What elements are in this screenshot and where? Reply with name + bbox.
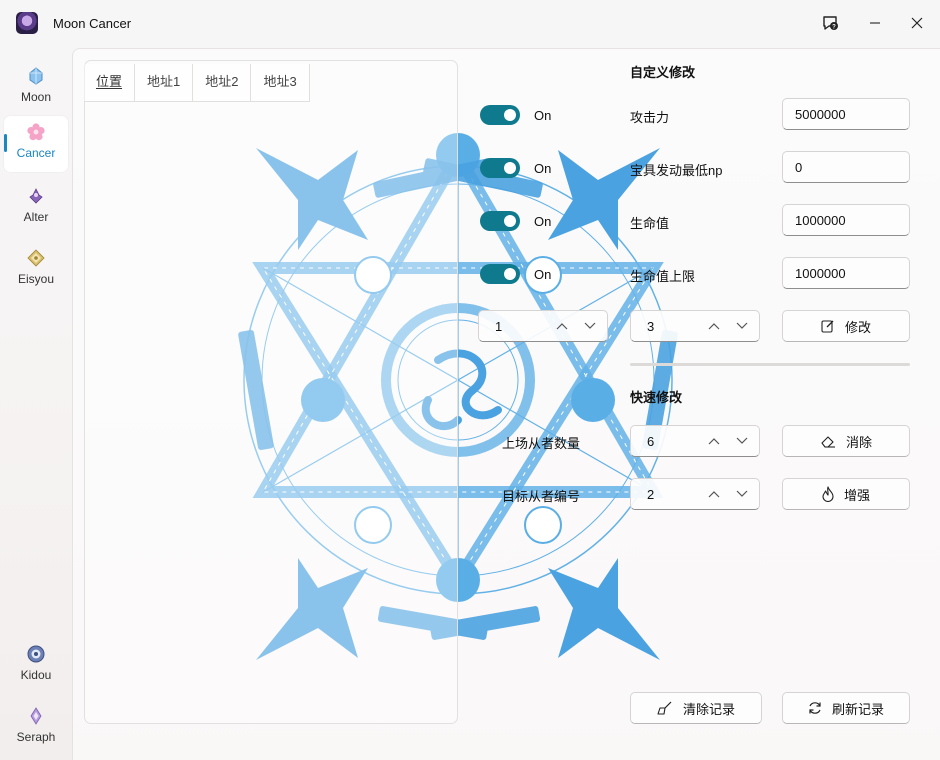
- minimize-icon: [870, 22, 880, 24]
- hp-label: 生命值: [630, 216, 670, 231]
- nav-label-seraph: Seraph: [16, 730, 56, 744]
- nav-item-cancer[interactable]: Cancer: [4, 116, 68, 172]
- eraser-icon: [821, 436, 835, 448]
- toggle-switch[interactable]: [480, 105, 520, 125]
- clear-button[interactable]: 消除: [782, 425, 910, 457]
- target-servant-stepper[interactable]: 2: [630, 478, 760, 510]
- toggle-attack[interactable]: On: [480, 103, 551, 127]
- np-min-input[interactable]: [782, 151, 910, 183]
- kidou-icon: [27, 645, 45, 663]
- chevron-down-icon[interactable]: [731, 483, 753, 505]
- stepper-value: 6: [647, 433, 655, 449]
- nav-label-moon: Moon: [20, 90, 52, 104]
- boost-button-label: 增强: [843, 487, 870, 503]
- stepper-value: 3: [647, 318, 655, 334]
- active-indicator: [4, 134, 7, 152]
- tab-address-2[interactable]: 地址2: [193, 64, 252, 102]
- nav-label-eisyou: Eisyou: [17, 272, 55, 286]
- nav-item-kidou[interactable]: Kidou: [4, 638, 68, 694]
- clear-button-label: 消除: [845, 434, 872, 450]
- toggle-label: On: [534, 160, 552, 176]
- close-button[interactable]: [904, 10, 930, 36]
- nav-item-seraph[interactable]: Seraph: [4, 700, 68, 756]
- alter-icon: [29, 188, 43, 204]
- nav-label-alter: Alter: [23, 210, 49, 224]
- section-divider: [630, 363, 910, 366]
- stepper-value: 1: [495, 318, 503, 334]
- clear-log-button[interactable]: 清除记录: [630, 692, 762, 724]
- attack-input[interactable]: [782, 98, 910, 130]
- toggle-switch[interactable]: [480, 158, 520, 178]
- feedback-button[interactable]: ?: [817, 10, 843, 36]
- title-bar: Moon Cancer ?: [0, 0, 940, 48]
- nav-label-cancer: Cancer: [16, 146, 56, 160]
- value-index-stepper[interactable]: 3: [630, 310, 760, 342]
- target-servant-label: 目标从者编号: [502, 489, 581, 504]
- toggle-switch[interactable]: [480, 211, 520, 231]
- stepper-value: 2: [647, 486, 655, 502]
- broom-icon: [657, 701, 672, 715]
- help-chat-icon: ?: [823, 16, 838, 31]
- toggle-switch[interactable]: [480, 264, 520, 284]
- nav-item-eisyou[interactable]: Eisyou: [4, 242, 68, 298]
- custom-section-title: 自定义修改: [630, 65, 696, 80]
- modify-button[interactable]: 修改: [782, 310, 910, 342]
- refresh-log-label: 刷新记录: [831, 701, 884, 717]
- nav-item-moon[interactable]: Moon: [4, 60, 68, 116]
- svg-text:?: ?: [832, 25, 836, 31]
- servant-slot-stepper[interactable]: 1: [478, 310, 608, 342]
- seraph-icon: [30, 707, 42, 725]
- edit-icon: [821, 320, 834, 333]
- clear-log-label: 清除记录: [682, 701, 735, 717]
- chevron-down-icon[interactable]: [579, 315, 601, 337]
- app-title: Moon Cancer: [53, 16, 132, 31]
- modify-button-label: 修改: [844, 319, 871, 335]
- close-icon: [911, 17, 923, 29]
- hp-input[interactable]: [782, 204, 910, 236]
- boost-button[interactable]: 增强: [782, 478, 910, 510]
- hp-max-label: 生命值上限: [630, 269, 696, 284]
- tab-address-1[interactable]: 地址1: [135, 64, 194, 102]
- refresh-icon: [809, 702, 821, 714]
- toggle-hp[interactable]: On: [480, 209, 551, 233]
- tab-address-3[interactable]: 地址3: [251, 64, 310, 102]
- servant-count-stepper[interactable]: 6: [630, 425, 760, 457]
- chevron-up-icon[interactable]: [703, 483, 725, 505]
- chevron-up-icon[interactable]: [703, 315, 725, 337]
- toggle-label: On: [534, 213, 552, 229]
- chevron-down-icon[interactable]: [731, 315, 753, 337]
- address-panel: [84, 60, 458, 724]
- toggle-np[interactable]: On: [480, 156, 551, 180]
- minimize-button[interactable]: [862, 10, 888, 36]
- nav-item-alter[interactable]: Alter: [4, 180, 68, 236]
- quick-section-title: 快速修改: [630, 390, 683, 405]
- toggle-hp-max[interactable]: On: [480, 262, 551, 286]
- eisyou-icon: [27, 249, 45, 267]
- flame-icon: [822, 486, 834, 502]
- address-tabs: 位置 地址1 地址2 地址3: [84, 64, 310, 102]
- toggle-label: On: [534, 266, 552, 282]
- hp-max-input[interactable]: [782, 257, 910, 289]
- chevron-down-icon[interactable]: [731, 430, 753, 452]
- app-logo-icon: [16, 12, 38, 34]
- sakura-icon: [27, 123, 45, 141]
- tab-position[interactable]: 位置: [84, 64, 136, 102]
- toggle-label: On: [534, 107, 552, 123]
- refresh-log-button[interactable]: 刷新记录: [782, 692, 910, 724]
- attack-label: 攻击力: [630, 110, 670, 125]
- servant-count-label: 上场从者数量: [502, 436, 581, 451]
- chevron-up-icon[interactable]: [703, 430, 725, 452]
- crystal-icon: [29, 67, 43, 85]
- np-min-label: 宝具发动最低np: [630, 163, 723, 178]
- chevron-up-icon[interactable]: [551, 315, 573, 337]
- nav-label-kidou: Kidou: [20, 668, 52, 682]
